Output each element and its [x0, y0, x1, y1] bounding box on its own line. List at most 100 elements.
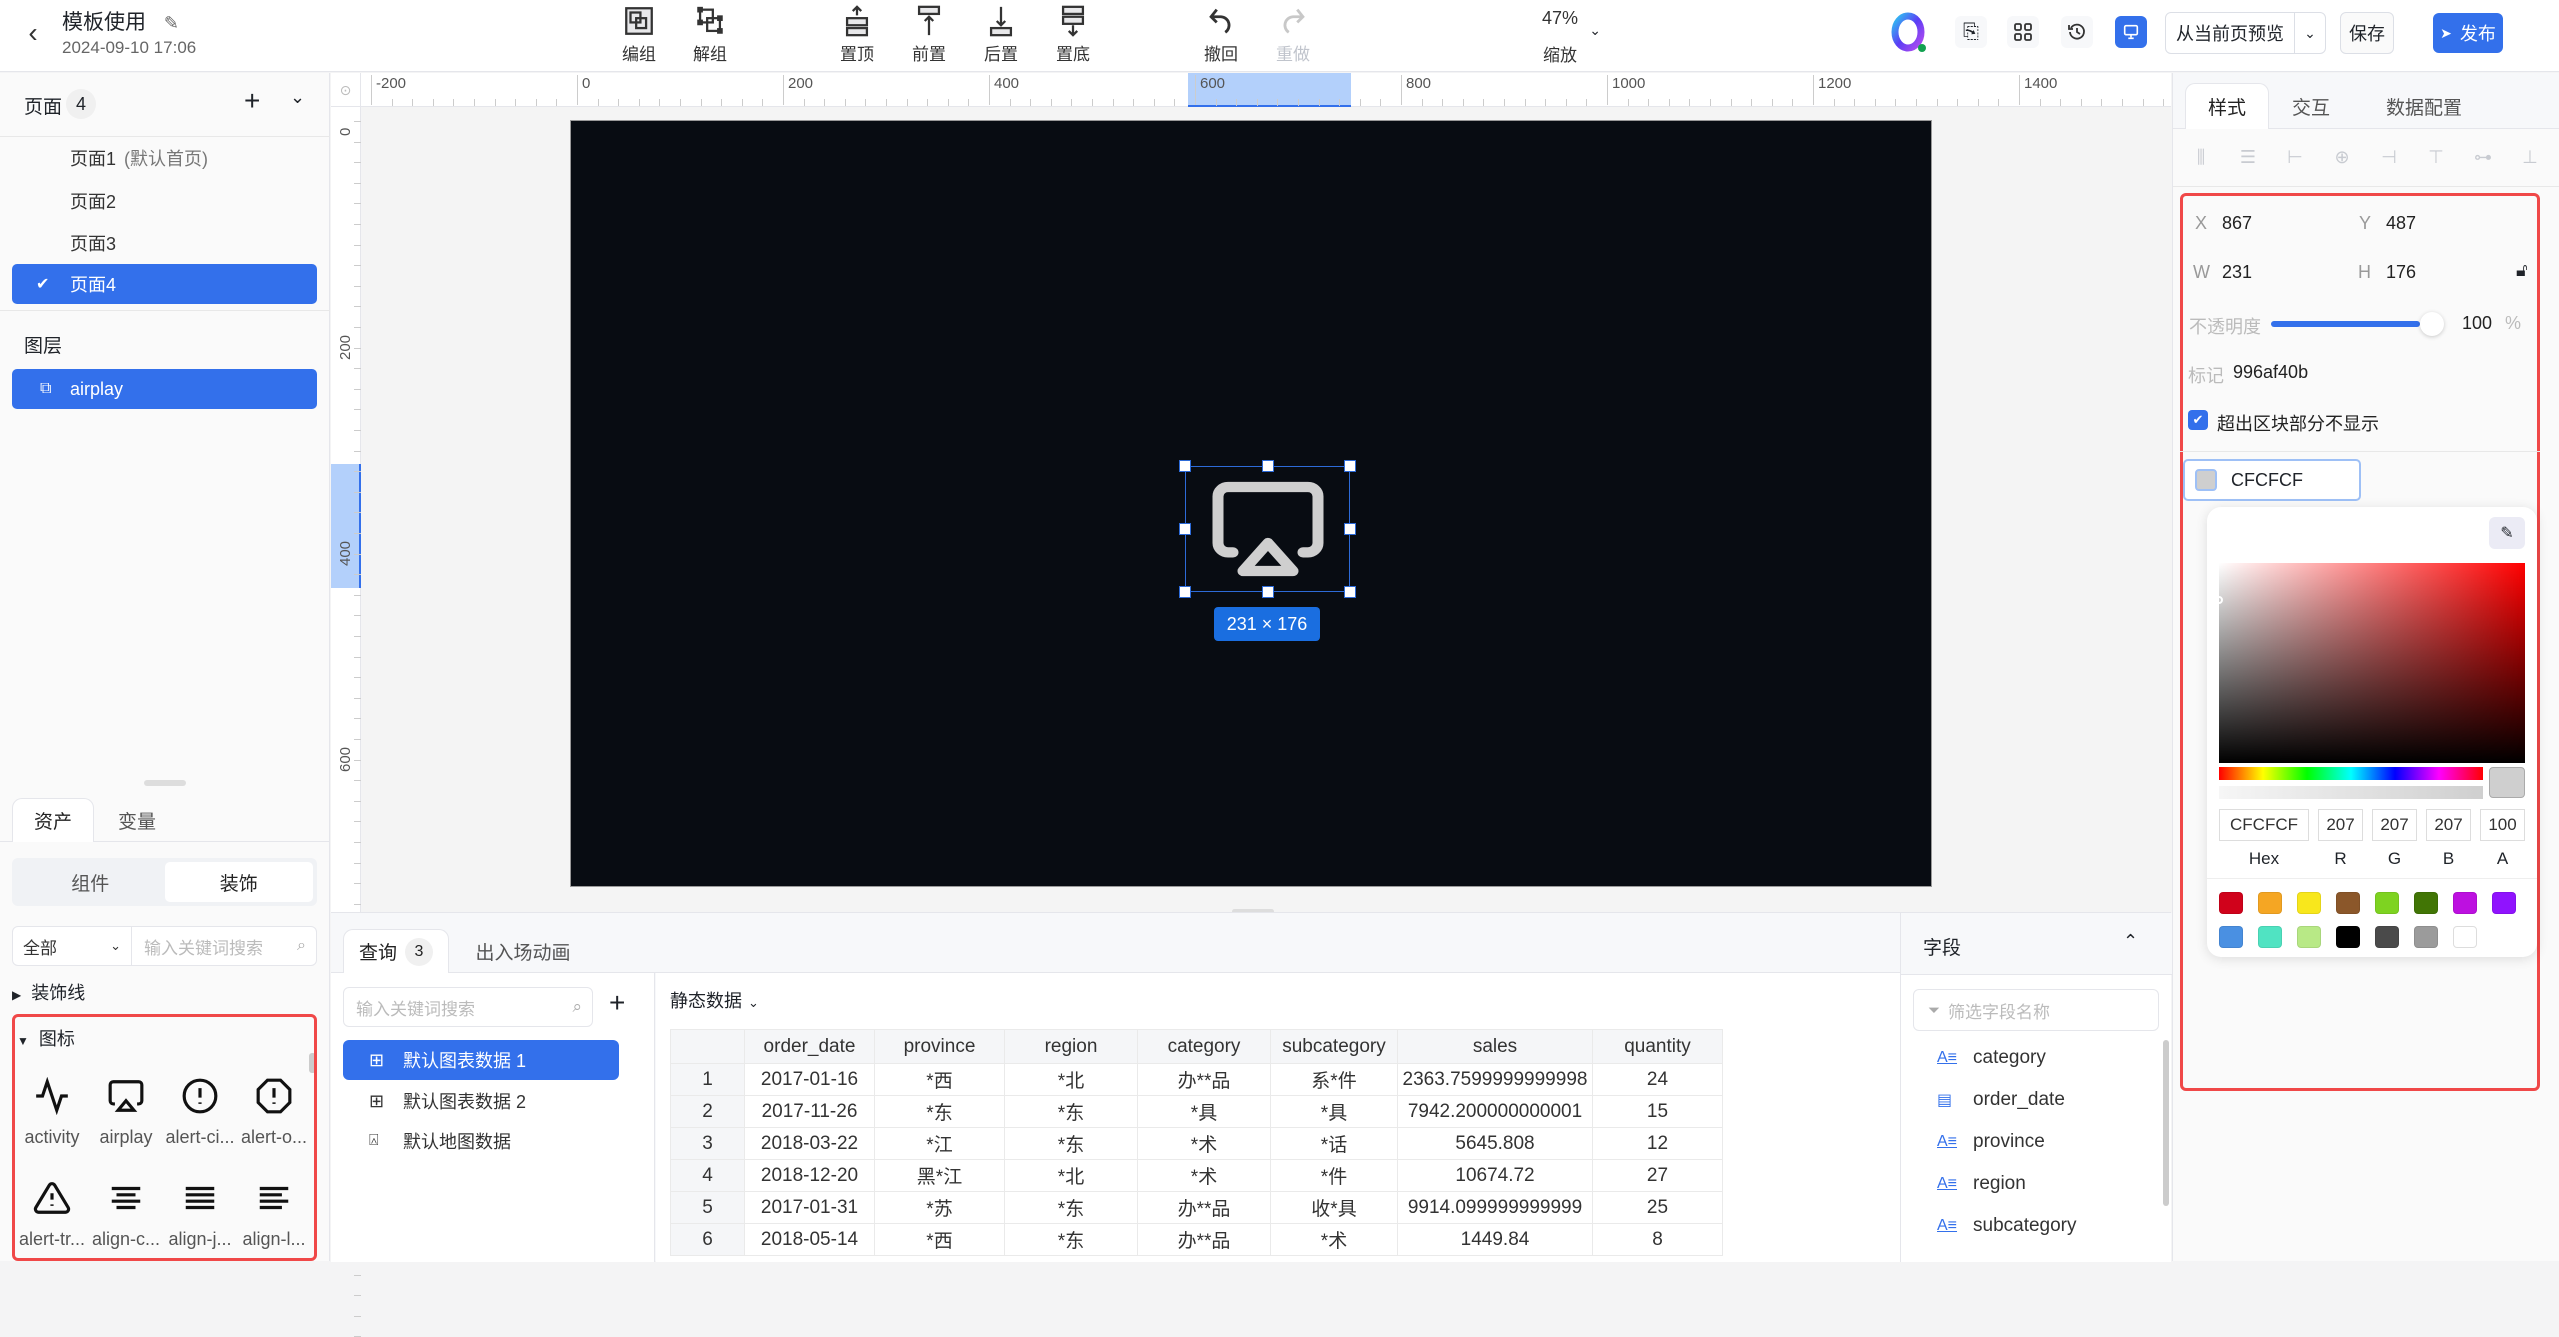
resource-button[interactable]: ⎘ [1955, 16, 1987, 48]
column-header[interactable]: category [1137, 1029, 1271, 1064]
alpha-slider[interactable] [2219, 786, 2483, 799]
field-filter-input[interactable]: ⏷ 筛选字段名称 [1913, 989, 2159, 1031]
zoom-dropdown[interactable]: 47% ⌄ 缩放 [1525, 8, 1601, 66]
clip-overflow-checkbox[interactable]: ✔ [2188, 410, 2208, 430]
preset-color-swatch[interactable] [2297, 892, 2321, 914]
publish-button[interactable]: ➤ 发布 [2433, 13, 2503, 53]
preset-color-swatch[interactable] [2414, 926, 2438, 948]
x-input[interactable]: 867 [2222, 213, 2342, 234]
canvas-stage[interactable]: 231 × 176 [362, 107, 2171, 914]
table-row[interactable]: 3 2018-03-22 *江 *东 *术 *话 5645.808 12 [670, 1127, 1723, 1160]
opacity-slider-thumb[interactable] [2420, 312, 2444, 336]
preset-color-swatch[interactable] [2336, 892, 2360, 914]
align-center-h-icon[interactable]: ⊕ [2330, 147, 2354, 167]
bring-to-top-button[interactable]: 置顶 [827, 2, 887, 65]
resize-handle-ne[interactable] [1344, 460, 1356, 472]
eyedropper-button[interactable]: ✎ [2489, 517, 2525, 549]
desktop-view-button[interactable] [2115, 16, 2147, 48]
category-select[interactable]: 全部 ⌄ [12, 926, 132, 966]
preview-button[interactable]: 从当前页预览 [2165, 12, 2295, 54]
preset-color-swatch[interactable] [2375, 892, 2399, 914]
bring-forward-button[interactable]: 前置 [899, 2, 959, 65]
g-input[interactable]: 207 [2372, 809, 2417, 841]
pencil-icon[interactable]: ✎ [164, 13, 179, 34]
resize-handle-e[interactable] [1344, 523, 1356, 535]
send-to-bottom-button[interactable]: 置底 [1043, 2, 1103, 65]
query-item-2[interactable]: ⊞ 默认图表数据 2 [343, 1081, 619, 1121]
segment-components[interactable]: 组件 [16, 862, 165, 902]
layer-item-airplay[interactable]: ⧉ airplay [12, 369, 317, 409]
preset-color-swatch[interactable] [2219, 892, 2243, 914]
align-left-icon[interactable]: ⊢ [2283, 147, 2307, 167]
preset-color-swatch[interactable] [2258, 892, 2282, 914]
preset-color-swatch[interactable] [2258, 926, 2282, 948]
color-input[interactable]: CFCFCF [2183, 459, 2361, 501]
hue-slider[interactable] [2219, 767, 2483, 780]
resize-handle-s[interactable] [1262, 586, 1274, 598]
opacity-value[interactable]: 100 [2462, 313, 2492, 334]
page-item-3[interactable]: 页面3 [12, 223, 317, 263]
fields-scrollbar[interactable] [2163, 1040, 2169, 1206]
preset-color-swatch[interactable] [2336, 926, 2360, 948]
resize-handle-w[interactable] [1179, 523, 1191, 535]
page-item-2[interactable]: 页面2 [12, 181, 317, 221]
column-header[interactable]: province [874, 1029, 1005, 1064]
align-top-icon[interactable]: ⊤ [2424, 147, 2448, 167]
group-button[interactable]: 编组 [609, 2, 669, 65]
distribute-horizontal-icon[interactable]: ⫼ [2189, 147, 2213, 167]
ai-assistant-logo[interactable] [1888, 10, 1934, 56]
query-item-1[interactable]: ⊞ 默认图表数据 1 [343, 1040, 619, 1080]
icon-item-alert-circle[interactable]: alert-ci... [163, 1077, 237, 1148]
icon-item-align-justify[interactable]: align-j... [163, 1179, 237, 1250]
resize-handle-sw[interactable] [1179, 586, 1191, 598]
preset-color-swatch[interactable] [2492, 892, 2516, 914]
panel-resize-handle[interactable] [144, 780, 186, 786]
tab-animations[interactable]: 出入场动画 [463, 929, 583, 973]
table-row[interactable]: 5 2017-01-31 *苏 *东 办**品 收*具 9914.099999999999 2… [670, 1191, 1723, 1224]
column-header[interactable]: sales [1397, 1029, 1593, 1064]
icon-item-alert-triangle[interactable]: alert-tr... [15, 1179, 89, 1250]
query-search-input[interactable]: 输入关键词搜索 ⌕ [343, 987, 593, 1027]
column-header[interactable]: quantity [1592, 1029, 1723, 1064]
saturation-area[interactable] [2215, 563, 2525, 763]
preview-options-button[interactable]: ⌄ [2294, 12, 2326, 54]
table-row[interactable]: 1 2017-01-16 *西 *北 办**品 系*件 2363.7599999999998… [670, 1063, 1723, 1096]
align-right-icon[interactable]: ⊣ [2377, 147, 2401, 167]
send-backward-button[interactable]: 后置 [971, 2, 1031, 65]
tab-data-config[interactable]: 数据配置 [2359, 83, 2489, 129]
icon-item-alert-octagon[interactable]: alert-o... [237, 1077, 311, 1148]
preset-color-swatch[interactable] [2453, 926, 2477, 948]
page-item-4[interactable]: ✔ 页面4 [12, 264, 317, 304]
align-bottom-icon[interactable]: ⊥ [2518, 147, 2542, 167]
a-input[interactable]: 100 [2480, 809, 2525, 841]
redo-button[interactable]: 重做 [1263, 2, 1323, 65]
field-item[interactable]: ▤ order_date [1937, 1089, 2065, 1111]
resize-handle-nw[interactable] [1179, 460, 1191, 472]
tab-variables[interactable]: 变量 [96, 798, 178, 842]
icon-item-align-left[interactable]: align-l... [237, 1179, 311, 1250]
y-input[interactable]: 487 [2386, 213, 2506, 234]
icon-item-activity[interactable]: activity [15, 1077, 89, 1148]
h-input[interactable]: 176 [2386, 262, 2506, 283]
ruler-corner-icon[interactable]: ⊙ [331, 73, 361, 107]
field-item[interactable]: A≡ province [1937, 1131, 2045, 1153]
column-header[interactable]: subcategory [1270, 1029, 1398, 1064]
tab-assets[interactable]: 资产 [12, 798, 94, 842]
apps-button[interactable] [2007, 16, 2039, 48]
icon-item-airplay[interactable]: airplay [89, 1077, 163, 1148]
source-type-dropdown[interactable]: 静态数据 ⌄ [670, 987, 759, 1013]
r-input[interactable]: 207 [2318, 809, 2363, 841]
segment-decorations[interactable]: 装饰 [164, 862, 313, 902]
add-query-button[interactable]: + [609, 987, 625, 1019]
asset-search-input[interactable]: 输入关键词搜索 ⌕ [131, 926, 317, 966]
group-icons[interactable]: ▼ 图标 [17, 1025, 75, 1051]
preset-color-swatch[interactable] [2219, 926, 2243, 948]
aspect-lock-toggle[interactable]: 🔓︎ [2516, 260, 2528, 281]
field-item[interactable]: A≡ region [1937, 1173, 2026, 1195]
collapse-pages-button[interactable]: ⌄ [290, 87, 305, 108]
opacity-slider-track[interactable] [2271, 321, 2420, 327]
resize-handle-n[interactable] [1262, 460, 1274, 472]
tab-interaction[interactable]: 交互 [2269, 83, 2353, 129]
chevron-up-icon[interactable]: ⌃ [2123, 931, 2138, 952]
add-page-button[interactable]: + [244, 85, 260, 117]
